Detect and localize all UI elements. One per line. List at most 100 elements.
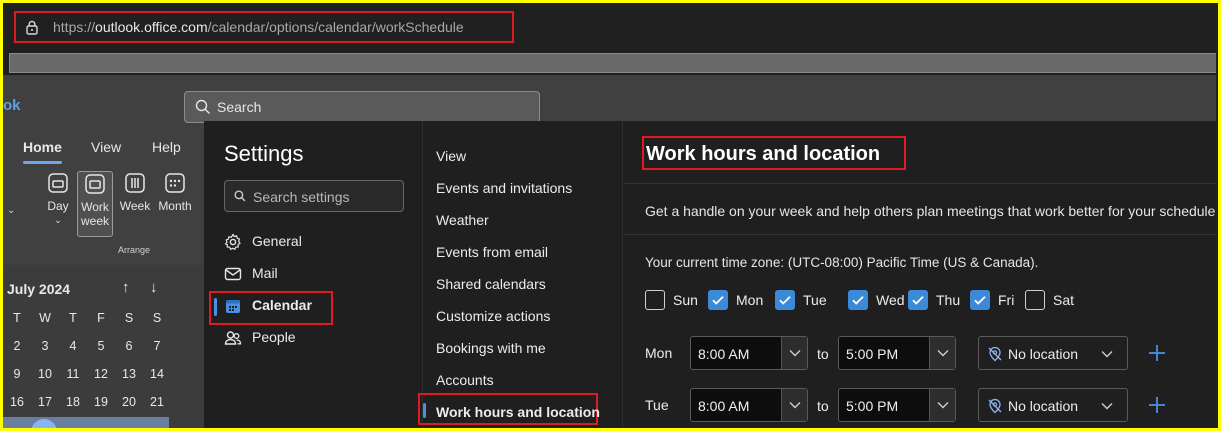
subcat-view[interactable]: View xyxy=(436,148,466,164)
calendar-day[interactable]: 19 xyxy=(87,395,115,409)
calendar-day[interactable]: 12 xyxy=(87,367,115,381)
checkbox[interactable] xyxy=(645,290,665,310)
category-mail[interactable]: Mail xyxy=(224,261,414,287)
subcat-work-hours-and-location[interactable]: Work hours and location xyxy=(436,404,600,420)
arrow-up-icon[interactable]: ↑ xyxy=(122,279,130,296)
edge xyxy=(1216,3,1218,428)
day-label: Tue xyxy=(803,292,827,308)
start-time-select[interactable]: 8:00 AM xyxy=(690,388,808,422)
subcat-events-and-invitations[interactable]: Events and invitations xyxy=(436,180,572,196)
month-view-button[interactable]: Month xyxy=(157,171,193,237)
day-view-button[interactable]: Day ⌄ xyxy=(40,171,76,237)
work-week-view-button[interactable]: Work week xyxy=(77,171,113,237)
settings-categories: Settings General Mail Calendar xyxy=(204,121,423,428)
settings-title: Settings xyxy=(224,141,304,166)
calendar-day[interactable]: 9 xyxy=(3,367,31,381)
start-time-select[interactable]: 8:00 AM xyxy=(690,336,808,370)
work-week-view-label: Work week xyxy=(80,200,109,228)
location-select[interactable]: No location xyxy=(978,388,1128,422)
checkbox[interactable] xyxy=(908,290,928,310)
month-title: July 2024 xyxy=(7,281,71,297)
subcat-weather[interactable]: Weather xyxy=(436,212,489,228)
end-time-select[interactable]: 5:00 PM xyxy=(838,336,956,370)
search-box[interactable]: Search xyxy=(184,91,540,123)
calendar-icon xyxy=(226,300,240,313)
dropdown-button[interactable] xyxy=(929,389,955,421)
tab-view[interactable]: View xyxy=(91,139,121,155)
checkbox[interactable] xyxy=(848,290,868,310)
chevron-down-icon[interactable]: ⌄ xyxy=(7,205,15,216)
end-time-select[interactable]: 5:00 PM xyxy=(838,388,956,422)
category-calendar[interactable]: Calendar xyxy=(224,293,414,319)
search-icon xyxy=(195,99,210,114)
add-icon[interactable] xyxy=(1147,395,1167,415)
chevron-down-icon xyxy=(789,350,801,357)
subcat-customize-actions[interactable]: Customize actions xyxy=(436,308,550,324)
location-value: No location xyxy=(1008,346,1079,362)
weekday-header: S xyxy=(124,311,134,325)
dropdown-button[interactable] xyxy=(781,389,807,421)
divider xyxy=(624,234,1218,235)
calendar-day[interactable]: 7 xyxy=(143,339,171,353)
calendar-day[interactable]: 4 xyxy=(59,339,87,353)
selected-indicator xyxy=(214,298,217,316)
calendar-day[interactable]: 21 xyxy=(143,395,171,409)
subcat-accounts[interactable]: Accounts xyxy=(436,372,494,388)
calendar-day[interactable]: 17 xyxy=(31,395,59,409)
checkbox[interactable] xyxy=(1025,290,1045,310)
calendar-day[interactable]: 6 xyxy=(115,339,143,353)
work-week-view-icon xyxy=(85,174,105,194)
calendar-day[interactable]: 5 xyxy=(87,339,115,353)
url-host: outlook.office.com xyxy=(95,19,208,35)
tab-home[interactable]: Home xyxy=(23,139,62,164)
tab-help[interactable]: Help xyxy=(152,139,181,155)
subcat-events-from-email[interactable]: Events from email xyxy=(436,244,548,260)
search-icon xyxy=(234,190,246,202)
divider xyxy=(624,183,1218,184)
week-view-button[interactable]: Week xyxy=(117,171,153,237)
chevron-down-icon xyxy=(937,350,949,357)
url-text: https://outlook.office.com/calendar/opti… xyxy=(53,19,464,35)
week-view-label: Week xyxy=(119,199,151,213)
calendar-day[interactable]: 14 xyxy=(143,367,171,381)
arrow-down-icon[interactable]: ↓ xyxy=(150,279,158,296)
settings-search-input[interactable] xyxy=(253,187,401,207)
to-label: to xyxy=(817,346,829,362)
calendar-day[interactable]: 3 xyxy=(31,339,59,353)
checkmark-icon xyxy=(974,296,986,305)
calendar-day[interactable]: 11 xyxy=(59,367,87,381)
chevron-down-icon xyxy=(937,402,949,409)
calendar-day[interactable]: 20 xyxy=(115,395,143,409)
timezone-text: Your current time zone: (UTC-08:00) Paci… xyxy=(645,255,1039,270)
category-calendar-label: Calendar xyxy=(252,297,312,313)
dropdown-button[interactable] xyxy=(781,337,807,369)
calendar-day[interactable]: 16 xyxy=(3,395,31,409)
row-day-label: Tue xyxy=(645,397,669,413)
calendar-day[interactable]: 2 xyxy=(3,339,31,353)
checkbox[interactable] xyxy=(775,290,795,310)
location-off-icon xyxy=(988,346,1002,362)
start-time-value: 8:00 AM xyxy=(698,346,750,362)
checkbox[interactable] xyxy=(708,290,728,310)
address-bar[interactable]: https://outlook.office.com/calendar/opti… xyxy=(14,11,514,43)
url-path: /calendar/options/calendar/workSchedule xyxy=(207,19,464,35)
subcat-shared-calendars[interactable]: Shared calendars xyxy=(436,276,546,292)
month-view-icon xyxy=(165,173,185,193)
location-select[interactable]: No location xyxy=(978,336,1128,370)
calendar-day[interactable]: 10 xyxy=(31,367,59,381)
subcat-bookings-with-me[interactable]: Bookings with me xyxy=(436,340,546,356)
dropdown-button[interactable] xyxy=(929,337,955,369)
category-people[interactable]: People xyxy=(224,325,414,351)
checkbox[interactable] xyxy=(970,290,990,310)
settings-search-box[interactable] xyxy=(224,180,404,212)
start-time-value: 8:00 AM xyxy=(698,398,750,414)
checkmark-icon xyxy=(712,296,724,305)
calendar-day[interactable]: 13 xyxy=(115,367,143,381)
category-general-label: General xyxy=(252,233,302,249)
add-icon[interactable] xyxy=(1147,343,1167,363)
day-label: Sun xyxy=(673,292,698,308)
gear-icon xyxy=(224,233,241,251)
category-general[interactable]: General xyxy=(224,229,414,255)
weekday-header: W xyxy=(39,311,51,325)
calendar-day[interactable]: 18 xyxy=(59,395,87,409)
